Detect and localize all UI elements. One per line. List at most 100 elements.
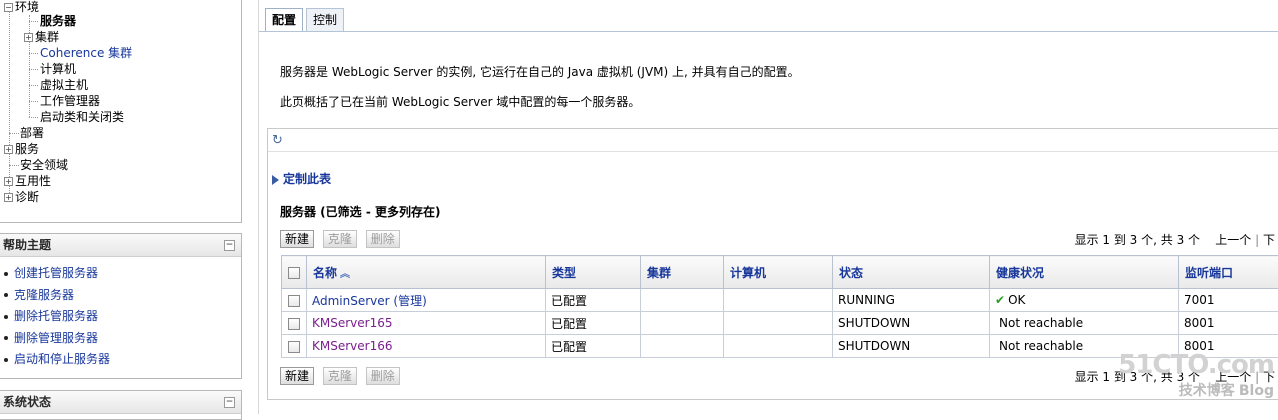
row-select-cell (282, 335, 307, 358)
help-link-delete-admin-server[interactable]: 删除管理服务器 (14, 331, 98, 345)
server-state-cell: SHUTDOWN (833, 312, 990, 335)
server-name-link[interactable]: KMServer165 (312, 316, 392, 330)
help-item[interactable]: 启动和停止服务器 (4, 349, 241, 371)
tree-node-machines[interactable]: 计算机 (40, 61, 76, 77)
select-all-cell (282, 256, 307, 289)
tab-control[interactable]: 控制 (306, 8, 344, 31)
server-machine-cell (724, 312, 833, 335)
pagination: 显示 1 到 3 个, 共 3 个 上一个 | 下 (1075, 231, 1275, 248)
tree-node-virtual-hosts[interactable]: 虚拟主机 (40, 77, 88, 93)
expand-icon[interactable]: + (4, 193, 13, 202)
expand-triangle-icon (272, 175, 279, 185)
column-header-name[interactable]: 名称︽ (307, 256, 546, 289)
system-status-panel: 系统状态 − (0, 390, 242, 420)
collapse-panel-icon[interactable]: − (224, 397, 235, 408)
new-button[interactable]: 新建 (280, 367, 314, 385)
tree-node-environment[interactable]: −环境 (4, 0, 39, 15)
tree-node-servers[interactable]: 服务器 (40, 13, 76, 29)
table-row: AdminServer (管理) 已配置 RUNNING ✔OK 7001 (282, 289, 1278, 312)
server-name-cell: KMServer166 (307, 335, 546, 358)
help-item[interactable]: 克隆服务器 (4, 285, 241, 307)
server-name-cell: KMServer165 (307, 312, 546, 335)
row-select-cell (282, 312, 307, 335)
help-link-delete-managed-server[interactable]: 删除托管服务器 (14, 309, 98, 323)
help-link-create-managed-server[interactable]: 创建托管服务器 (14, 266, 98, 280)
server-health-cell: ✔OK (990, 289, 1179, 312)
bullet-icon (4, 336, 8, 340)
clone-button[interactable]: 克隆 (323, 367, 357, 385)
watermark-blog: Blog (1239, 383, 1274, 399)
tree-node-deployments[interactable]: 部署 (20, 125, 44, 141)
bullet-icon (4, 358, 8, 362)
sort-ascending-icon[interactable]: ︽ (340, 269, 350, 280)
help-link-start-stop-servers[interactable]: 启动和停止服务器 (14, 352, 110, 366)
server-cluster-cell (641, 335, 724, 358)
row-select-cell (282, 289, 307, 312)
server-port-cell: 8001 (1179, 312, 1278, 335)
checkmark-icon: ✔ (995, 293, 1005, 307)
server-type-cell: 已配置 (546, 312, 641, 335)
column-header-machine[interactable]: 计算机 (724, 256, 833, 289)
help-topics-list: 创建托管服务器 克隆服务器 删除托管服务器 删除管理服务器 启动和停止服务器 (0, 263, 241, 371)
server-type-cell: 已配置 (546, 289, 641, 312)
table-header-row: 名称︽ 类型 集群 计算机 状态 健康状况 监听端口 (282, 256, 1278, 289)
table-row: KMServer165 已配置 SHUTDOWN Not reachable 8… (282, 312, 1278, 335)
help-link-clone-server[interactable]: 克隆服务器 (14, 288, 74, 302)
server-cluster-cell (641, 289, 724, 312)
row-checkbox[interactable] (288, 295, 300, 307)
server-name-link[interactable]: AdminServer (管理) (312, 294, 427, 308)
column-header-type[interactable]: 类型 (546, 256, 641, 289)
table-toolbar-top: 新建 克隆 删除 显示 1 到 3 个, 共 3 个 上一个 | 下 (280, 230, 1275, 248)
page-description: 服务器是 WebLogic Server 的实例, 它运行在自己的 Java 虚… (280, 63, 800, 80)
tree-node-services[interactable]: +服务 (4, 141, 39, 157)
column-header-health[interactable]: 健康状况 (990, 256, 1179, 289)
server-health-cell: Not reachable (990, 312, 1179, 335)
row-checkbox[interactable] (288, 318, 300, 330)
server-state-cell: SHUTDOWN (833, 335, 990, 358)
tree-node-security-realms[interactable]: 安全领域 (20, 157, 68, 173)
help-item[interactable]: 创建托管服务器 (4, 263, 241, 285)
pagination-summary: 显示 1 到 3 个, 共 3 个 (1075, 233, 1200, 247)
server-state-cell: RUNNING (833, 289, 990, 312)
refresh-icon[interactable]: ↻ (272, 133, 288, 149)
expand-icon[interactable]: + (4, 177, 13, 186)
tree-node-coherence-clusters[interactable]: Coherence 集群 (40, 45, 132, 61)
help-item[interactable]: 删除托管服务器 (4, 306, 241, 328)
tree-node-work-managers[interactable]: 工作管理器 (40, 93, 100, 109)
row-checkbox[interactable] (288, 341, 300, 353)
customize-table-toggle[interactable]: 定制此表 (272, 170, 331, 187)
new-button[interactable]: 新建 (280, 230, 314, 248)
server-machine-cell (724, 289, 833, 312)
server-port-cell: 7001 (1179, 289, 1278, 312)
tab-configuration[interactable]: 配置 (265, 8, 303, 32)
system-status-header: 系统状态 − (0, 391, 241, 414)
server-name-cell: AdminServer (管理) (307, 289, 546, 312)
servers-table: 名称︽ 类型 集群 计算机 状态 健康状况 监听端口 AdminServer (… (281, 255, 1278, 358)
help-topics-title: 帮助主题 (3, 238, 51, 252)
help-item[interactable]: 删除管理服务器 (4, 328, 241, 350)
delete-button[interactable]: 删除 (366, 367, 400, 385)
delete-button[interactable]: 删除 (366, 230, 400, 248)
next-link[interactable]: 下 (1263, 233, 1275, 247)
pagination-separator: | (1255, 233, 1263, 247)
help-topics-panel: 帮助主题 − 创建托管服务器 克隆服务器 删除托管服务器 删除管理服务器 启动和… (0, 233, 242, 379)
select-all-checkbox[interactable] (288, 267, 300, 279)
column-header-listen-port[interactable]: 监听端口 (1179, 256, 1278, 289)
column-header-state[interactable]: 状态 (833, 256, 990, 289)
tab-bar: 配置 控制 (265, 8, 347, 32)
bullet-icon (4, 272, 8, 276)
previous-link[interactable]: 上一个 (1215, 233, 1251, 247)
clone-button[interactable]: 克隆 (323, 230, 357, 248)
tree-node-diagnostics[interactable]: +诊断 (4, 189, 39, 205)
column-header-cluster[interactable]: 集群 (641, 256, 724, 289)
expand-icon[interactable]: + (24, 33, 33, 42)
collapse-panel-icon[interactable]: − (224, 240, 235, 251)
tree-node-startup-shutdown-classes[interactable]: 启动类和关闭类 (40, 109, 124, 125)
watermark-text: 技术博客 (1179, 383, 1235, 399)
bullet-icon (4, 315, 8, 319)
collapse-icon[interactable]: − (4, 3, 13, 12)
tree-node-interoperability[interactable]: +互用性 (4, 173, 51, 189)
tree-node-clusters[interactable]: +集群 (24, 29, 59, 45)
server-name-link[interactable]: KMServer166 (312, 339, 392, 353)
expand-icon[interactable]: + (4, 145, 13, 154)
